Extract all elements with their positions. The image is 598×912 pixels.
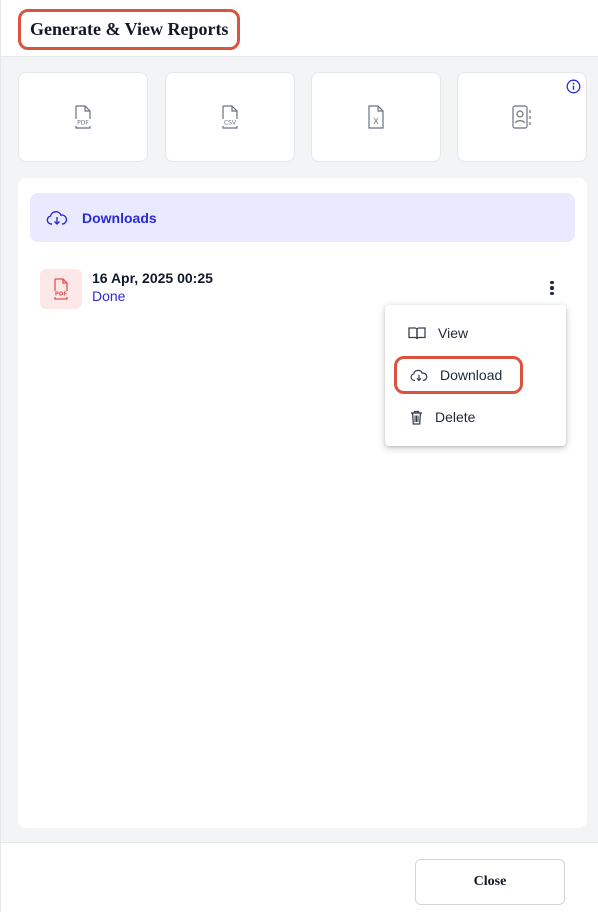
title-highlight: Generate & View Reports (18, 9, 240, 50)
close-button[interactable]: Close (415, 859, 565, 905)
more-options-icon[interactable] (544, 278, 560, 298)
downloads-section: Downloads PDF 16 Apr, 2025 00:25 Done (18, 178, 587, 828)
generate-csv-card[interactable]: CSV (165, 72, 295, 162)
contact-report-icon (512, 105, 531, 129)
panel-header: Generate & View Reports (1, 0, 598, 57)
menu-item-view-label: View (438, 325, 469, 341)
menu-item-view[interactable]: View (385, 313, 566, 353)
info-icon[interactable] (566, 79, 581, 94)
excel-card-label: X (373, 117, 379, 126)
pdf-badge-label: PDF (55, 292, 68, 298)
tab-downloads-label: Downloads (82, 209, 157, 226)
menu-item-download-label: Download (440, 367, 503, 383)
tab-downloads[interactable]: Downloads (30, 193, 575, 242)
csv-file-icon: CSV (222, 105, 238, 129)
csv-card-label: CSV (224, 120, 237, 127)
reports-panel: Generate & View Reports PDF CSV X Downlo… (0, 0, 598, 912)
file-timestamp: 16 Apr, 2025 00:25 (92, 270, 213, 286)
cloud-download-icon (46, 210, 68, 226)
generate-excel-card[interactable]: X (311, 72, 441, 162)
generate-pdf-card[interactable]: PDF (18, 72, 148, 162)
trash-icon (410, 410, 423, 425)
pdf-file-icon: PDF (40, 269, 82, 309)
page-title: Generate & View Reports (30, 19, 229, 39)
file-status: Done (92, 288, 126, 304)
excel-file-icon: X (368, 105, 384, 129)
cloud-download-icon (410, 369, 428, 382)
book-open-icon (408, 326, 426, 340)
pdf-card-label: PDF (77, 120, 89, 127)
panel-footer: Close (1, 842, 598, 912)
menu-item-download[interactable]: Download (385, 355, 566, 395)
pdf-file-icon: PDF (75, 105, 91, 129)
menu-item-delete-label: Delete (435, 409, 476, 425)
menu-item-delete[interactable]: Delete (385, 397, 566, 437)
file-context-menu: View Download Delete (385, 305, 566, 446)
